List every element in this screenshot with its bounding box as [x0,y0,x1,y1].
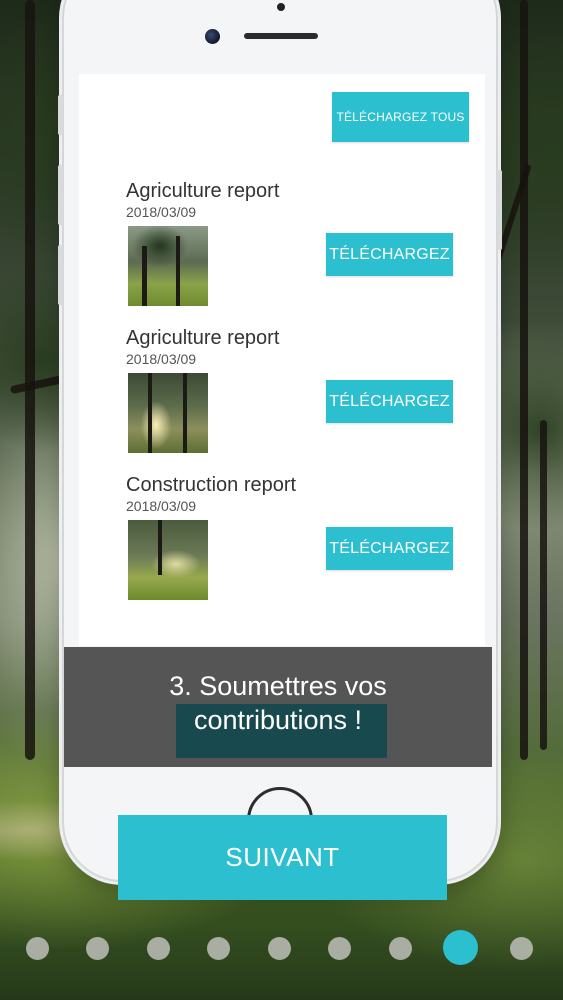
page-dot[interactable] [146,937,170,960]
report-thumbnail [128,226,208,306]
report-title: Agriculture report [126,327,280,349]
next-button[interactable]: SUIVANT [118,815,447,900]
caption-line-2: contributions ! [193,705,363,735]
report-title: Construction report [126,474,297,496]
report-title: Agriculture report [126,180,280,202]
page-dot[interactable] [207,937,230,960]
phone-camera [205,29,220,44]
page-dot[interactable] [86,937,109,960]
download-button[interactable]: TÉLÉCHARGEZ [326,527,453,570]
report-item: Agriculture report 2018/03/09 TÉLÉCHARGE… [126,327,466,462]
phone-sensor [277,3,285,11]
download-all-button[interactable]: TÉLÉCHARGEZ TOUS [332,92,469,142]
caption-line-1: 3. Soumettres vos [169,671,387,701]
phone-speaker [244,33,318,39]
page-dot[interactable] [509,937,533,960]
report-thumbnail [128,373,208,453]
page-dot-active[interactable] [443,930,478,965]
page-dot[interactable] [388,937,412,960]
report-thumbnail [128,520,208,600]
report-date: 2018/03/09 [126,498,197,514]
report-item: Agriculture report 2018/03/09 TÉLÉCHARGE… [126,180,466,315]
report-item: Construction report 2018/03/09 TÉLÉCHARG… [126,474,466,609]
report-date: 2018/03/09 [126,204,197,220]
tutorial-caption: 3. Soumettres vos contributions ! [64,647,492,767]
page-dot[interactable] [267,937,291,960]
report-date: 2018/03/09 [126,351,197,367]
page-dot[interactable] [328,937,351,960]
phone-screen: TÉLÉCHARGEZ TOUS Agriculture report 2018… [79,74,485,646]
page-indicator [0,930,563,966]
download-button[interactable]: TÉLÉCHARGEZ [326,380,453,423]
download-button[interactable]: TÉLÉCHARGEZ [326,233,453,276]
page-dot[interactable] [25,937,49,960]
